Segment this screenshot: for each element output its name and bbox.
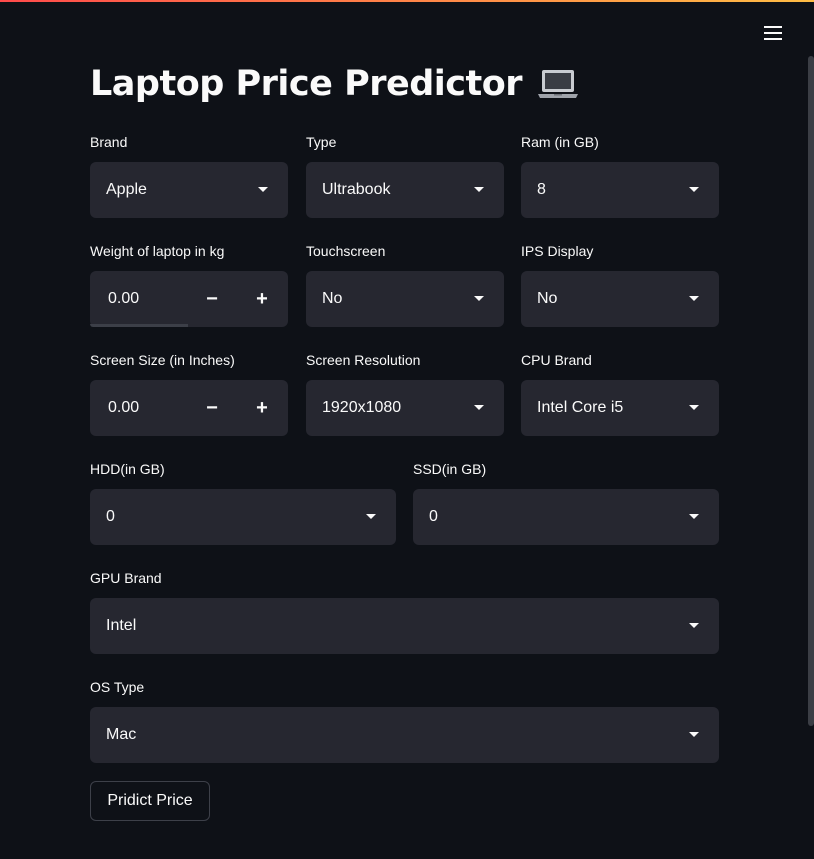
chevron-down-icon [474, 296, 484, 301]
ssd-select[interactable]: 0 [413, 489, 719, 545]
weight-number-input[interactable]: 0.00 − + [90, 271, 288, 327]
touchscreen-select-value: No [322, 290, 343, 307]
chevron-down-icon [366, 514, 376, 519]
ips-select-value: No [537, 290, 558, 307]
resolution-label: Screen Resolution [306, 352, 421, 368]
cpu-select-value: Intel Core i5 [537, 399, 624, 416]
weight-increment-button[interactable]: + [238, 271, 286, 327]
chevron-down-icon [689, 187, 699, 192]
brand-label: Brand [90, 134, 128, 150]
ssd-select-value: 0 [429, 508, 438, 525]
top-decoration-bar [0, 0, 814, 2]
weight-label: Weight of laptop in kg [90, 243, 225, 259]
cpu-select[interactable]: Intel Core i5 [521, 380, 719, 436]
chevron-down-icon [474, 405, 484, 410]
hdd-select-value: 0 [106, 508, 115, 525]
resolution-select-value: 1920x1080 [322, 399, 402, 416]
chevron-down-icon [689, 732, 699, 737]
chevron-down-icon [474, 187, 484, 192]
screen-size-increment-button[interactable]: + [238, 380, 286, 436]
main-menu-button[interactable] [758, 20, 788, 46]
ram-label: Ram (in GB) [521, 134, 599, 150]
predict-price-button[interactable]: Pridict Price [90, 781, 210, 821]
chevron-down-icon [689, 405, 699, 410]
ips-select[interactable]: No [521, 271, 719, 327]
hamburger-menu-icon [764, 26, 782, 40]
brand-select[interactable]: Apple [90, 162, 288, 218]
chevron-down-icon [689, 514, 699, 519]
gpu-label: GPU Brand [90, 570, 162, 586]
screen-size-label: Screen Size (in Inches) [90, 352, 235, 368]
ram-select-value: 8 [537, 181, 546, 198]
hdd-label: HDD(in GB) [90, 461, 165, 477]
gpu-select[interactable]: Intel [90, 598, 719, 654]
chevron-down-icon [258, 187, 268, 192]
brand-select-value: Apple [106, 181, 147, 198]
weight-input-value[interactable]: 0.00 [108, 271, 139, 327]
hdd-select[interactable]: 0 [90, 489, 396, 545]
ram-select[interactable]: 8 [521, 162, 719, 218]
type-select[interactable]: Ultrabook [306, 162, 504, 218]
os-select-value: Mac [106, 726, 137, 743]
touchscreen-label: Touchscreen [306, 243, 386, 259]
weight-decrement-button[interactable]: − [188, 271, 236, 327]
chevron-down-icon [689, 296, 699, 301]
ips-label: IPS Display [521, 243, 594, 259]
os-select[interactable]: Mac [90, 707, 719, 763]
laptop-icon [538, 70, 579, 98]
chevron-down-icon [689, 623, 699, 628]
page-title-text: Laptop Price Predictor [90, 64, 523, 104]
type-label: Type [306, 134, 337, 150]
screen-size-input-value[interactable]: 0.00 [108, 380, 139, 436]
resolution-select[interactable]: 1920x1080 [306, 380, 504, 436]
cpu-label: CPU Brand [521, 352, 592, 368]
gpu-select-value: Intel [106, 617, 137, 634]
touchscreen-select[interactable]: No [306, 271, 504, 327]
screen-size-decrement-button[interactable]: − [188, 380, 236, 436]
screen-size-number-input[interactable]: 0.00 − + [90, 380, 288, 436]
page-scrollbar[interactable] [808, 56, 814, 726]
type-select-value: Ultrabook [322, 181, 391, 198]
ssd-label: SSD(in GB) [413, 461, 487, 477]
input-focus-underline [90, 324, 188, 327]
page-title: Laptop Price Predictor [90, 62, 580, 106]
os-label: OS Type [90, 679, 145, 695]
